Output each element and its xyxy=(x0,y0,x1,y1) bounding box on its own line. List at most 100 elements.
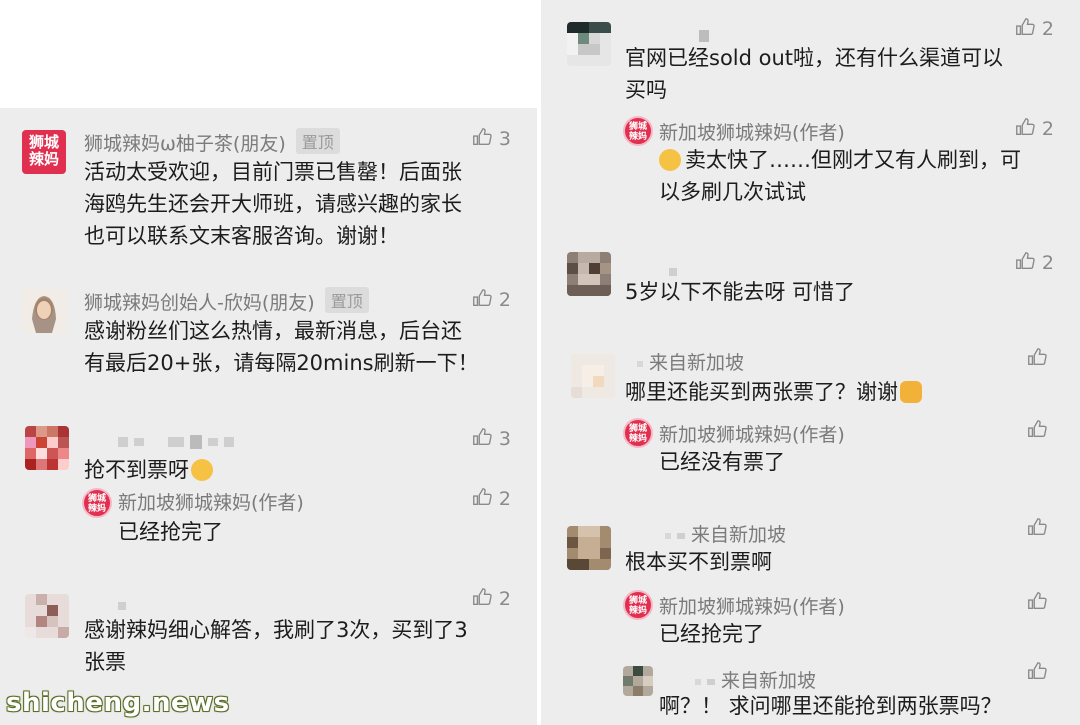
comment-line: 卖太快了……但刚才又有人刷到，可 xyxy=(685,148,1021,172)
thumbs-up-icon xyxy=(1028,348,1047,366)
thumbs-up-icon xyxy=(1015,118,1035,136)
thumbs-up-icon xyxy=(472,128,492,146)
like-button[interactable] xyxy=(1026,590,1054,614)
location-label: 来自新加坡 xyxy=(721,670,817,692)
comment-text: 官网已经sold out啦，还有什么渠道可以 买吗 xyxy=(625,42,1055,106)
author-name[interactable]: 新加坡狮城辣妈(作者) xyxy=(659,118,845,145)
comment-line: 感谢辣妈细心解答，我刷了3次，买到了3 xyxy=(84,618,468,642)
comment-line: 哪里还能买到两张票了？谢谢 xyxy=(625,380,898,404)
blurred-author xyxy=(118,594,132,616)
like-button[interactable]: 3 xyxy=(471,426,511,450)
folded-hands-emoji xyxy=(900,381,922,403)
avatar[interactable] xyxy=(567,252,611,296)
pixelated-avatar-icon xyxy=(25,594,69,638)
like-button[interactable]: 3 xyxy=(471,126,511,150)
author-name[interactable]: 新加坡狮城辣妈(作者) xyxy=(118,488,304,515)
thumbs-up-icon xyxy=(472,488,492,506)
like-button[interactable]: 2 xyxy=(471,586,511,610)
pixelated-avatar-icon xyxy=(571,354,615,398)
comment-author: 来自新加坡 xyxy=(625,348,744,375)
comment-line: 官网已经sold out啦，还有什么渠道可以 xyxy=(625,46,1004,70)
avatar[interactable] xyxy=(25,426,69,470)
comment-line: 海鸥先生还会开大师班，请感兴趣的家长 xyxy=(84,192,462,216)
comment-line: 也可以联系文末客服咨询。谢谢！ xyxy=(84,224,399,248)
reply-text: 卖太快了……但刚才又有人刷到，可 以多刷几次试试 xyxy=(659,144,1059,208)
comment-author[interactable]: 狮城辣妈创始人-欣妈(朋友) 置顶 xyxy=(84,287,369,315)
comment-text: 哪里还能买到两张票了？谢谢 xyxy=(625,376,922,408)
grinning-sweat-emoji xyxy=(191,459,213,481)
thumbs-up-icon xyxy=(472,428,492,446)
author-name[interactable]: 狮城辣妈ω柚子茶(朋友) xyxy=(84,133,286,155)
comment-line: 活动太受欢迎，目前门票已售罄！后面张 xyxy=(84,160,462,184)
avatar[interactable] xyxy=(22,289,66,333)
logo-avatar[interactable]: 狮城 辣妈 xyxy=(623,116,653,146)
comment-text: 感谢辣妈细心解答，我刷了3次，买到了3 张票 xyxy=(84,614,514,678)
pinned-badge: 置顶 xyxy=(324,287,369,313)
pixelated-avatar-icon xyxy=(567,526,611,570)
pixelated-avatar-icon xyxy=(623,666,653,696)
comment-line: 有最后20+张，请每隔20mins刷新一下！ xyxy=(84,351,479,375)
thumbs-up-icon xyxy=(1015,252,1035,270)
like-button[interactable]: 2 xyxy=(1014,250,1054,274)
watermark: shicheng.news xyxy=(6,688,230,718)
portrait-avatar-icon xyxy=(22,289,66,333)
comment-text: 活动太受欢迎，目前门票已售罄！后面张 海鸥先生还会开大师班，请感兴趣的家长 也可… xyxy=(84,156,514,252)
avatar[interactable] xyxy=(623,666,653,696)
like-button[interactable]: 2 xyxy=(1014,116,1054,140)
comments-panel-right: 2 官网已经sold out啦，还有什么渠道可以 买吗 狮城 辣妈 新加坡狮城辣妈… xyxy=(541,0,1080,725)
pixelated-avatar-icon xyxy=(567,252,611,296)
like-count: 2 xyxy=(1041,118,1054,140)
comment-author[interactable]: 狮城辣妈ω柚子茶(朋友) 置顶 xyxy=(84,128,340,156)
comment-line: 张票 xyxy=(84,650,126,674)
like-count: 2 xyxy=(498,588,511,610)
blurred-author xyxy=(118,430,240,452)
thumbs-up-icon xyxy=(1028,420,1047,438)
author-name[interactable]: 新加坡狮城辣妈(作者) xyxy=(659,420,845,447)
thumbs-up-icon xyxy=(1028,592,1047,610)
avatar[interactable] xyxy=(567,526,611,570)
comment-line: 抢不到票呀 xyxy=(84,458,189,482)
reply-text: 已经抢完了 xyxy=(659,622,764,646)
location-label: 来自新加坡 xyxy=(691,524,787,546)
like-button[interactable]: 2 xyxy=(471,486,511,510)
logo-avatar[interactable]: 狮城 辣妈 xyxy=(623,418,653,448)
avatar[interactable] xyxy=(571,354,615,398)
pinned-badge: 置顶 xyxy=(295,128,340,154)
thumbs-up-icon xyxy=(1028,518,1047,536)
like-button[interactable]: 2 xyxy=(1014,16,1054,40)
like-count: 2 xyxy=(498,289,511,311)
like-button[interactable] xyxy=(1026,346,1054,370)
reply-text: 已经没有票了 xyxy=(659,450,785,474)
like-button[interactable] xyxy=(1026,660,1054,684)
reply-text: 啊？！ 求问哪里还能抢到两张票吗？ xyxy=(659,694,1002,718)
sweat-emoji xyxy=(659,149,681,171)
thumbs-up-icon xyxy=(1015,18,1035,36)
pixelated-avatar-icon xyxy=(25,426,69,470)
comment-line: 感谢粉丝们这么热情，最新消息，后台还 xyxy=(84,319,462,343)
comment-line: 买吗 xyxy=(625,78,667,102)
comments-panel-left: 狮城 辣妈 狮城辣妈ω柚子茶(朋友) 置顶 3 活动太受欢迎，目前门票已售罄！后面张… xyxy=(0,108,537,725)
like-count: 2 xyxy=(1041,252,1054,274)
thumbs-up-icon xyxy=(472,588,492,606)
logo-avatar[interactable]: 狮城 辣妈 xyxy=(22,130,66,174)
pixelated-avatar-icon xyxy=(567,22,611,66)
thumbs-up-icon xyxy=(1028,662,1047,680)
comment-text: 5岁以下不能去呀 可惜了 xyxy=(625,280,856,304)
logo-avatar[interactable]: 狮城 辣妈 xyxy=(623,590,653,620)
author-name[interactable]: 狮城辣妈创始人-欣妈(朋友) xyxy=(84,292,315,314)
comment-author: 来自新加坡 xyxy=(625,520,786,547)
like-count: 3 xyxy=(498,128,511,150)
like-button[interactable] xyxy=(1026,516,1054,540)
comment-text: 抢不到票呀 xyxy=(84,454,213,486)
comment-author: 来自新加坡 xyxy=(659,666,816,693)
location-label: 来自新加坡 xyxy=(649,352,745,374)
like-count: 3 xyxy=(498,428,511,450)
logo-avatar[interactable]: 狮城 辣妈 xyxy=(82,488,112,518)
avatar[interactable] xyxy=(567,22,611,66)
reply-text: 已经抢完了 xyxy=(118,520,223,544)
like-button[interactable] xyxy=(1026,418,1054,442)
comment-text: 感谢粉丝们这么热情，最新消息，后台还 有最后20+张，请每隔20mins刷新一下… xyxy=(84,315,514,379)
like-button[interactable]: 2 xyxy=(471,287,511,311)
author-name[interactable]: 新加坡狮城辣妈(作者) xyxy=(659,592,845,619)
avatar[interactable] xyxy=(25,594,69,638)
